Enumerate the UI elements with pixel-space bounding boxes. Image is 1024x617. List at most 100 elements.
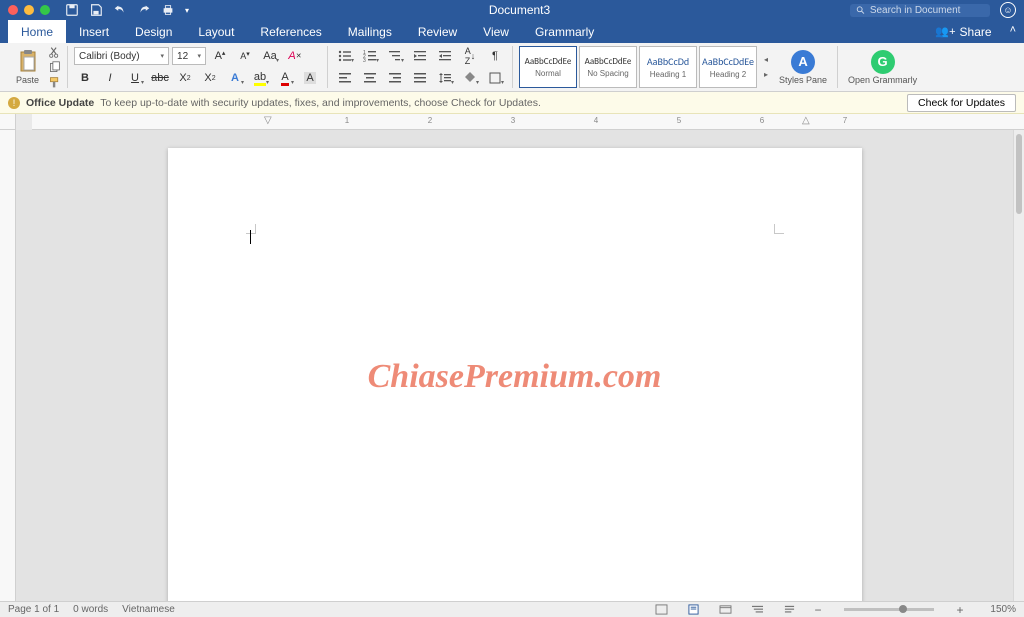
search-box[interactable] — [850, 4, 990, 17]
styles-group: AaBbCcDdEeNormal AaBbCcDdEeNo Spacing Aa… — [513, 46, 838, 88]
open-grammarly-button[interactable]: G Open Grammarly — [844, 50, 921, 85]
grammarly-group: G Open Grammarly — [838, 46, 927, 88]
tab-grammarly[interactable]: Grammarly — [522, 20, 607, 43]
scrollbar-thumb[interactable] — [1016, 134, 1022, 214]
update-message: To keep up-to-date with security updates… — [100, 97, 901, 109]
vertical-ruler[interactable] — [0, 130, 16, 601]
search-icon — [856, 5, 866, 16]
indent-marker-right-icon[interactable]: △ — [802, 115, 810, 126]
page-indicator[interactable]: Page 1 of 1 — [8, 604, 59, 615]
maximize-window-button[interactable] — [40, 5, 50, 15]
decrease-indent-icon[interactable] — [409, 46, 431, 66]
tab-layout[interactable]: Layout — [185, 20, 247, 43]
indent-marker-left-icon[interactable]: ▽ — [264, 115, 272, 126]
zoom-in-button[interactable]: + — [954, 603, 966, 617]
text-effects-icon[interactable]: A▾ — [224, 68, 246, 88]
margin-corner-tl-icon — [246, 224, 256, 234]
increase-indent-icon[interactable] — [434, 46, 456, 66]
format-painter-icon[interactable] — [48, 76, 61, 89]
character-shading-icon[interactable]: A — [299, 68, 321, 88]
show-marks-icon[interactable]: ¶ — [484, 46, 506, 66]
autosave-icon[interactable] — [65, 3, 79, 17]
styles-pane-button[interactable]: A Styles Pane — [775, 50, 831, 85]
sort-icon[interactable]: AZ↓ — [459, 46, 481, 66]
document-canvas[interactable]: ChiasePremium.com — [16, 130, 1013, 601]
underline-button[interactable]: U▾ — [124, 68, 146, 88]
zoom-out-button[interactable]: − — [812, 603, 824, 617]
style-heading-2[interactable]: AaBbCcDdEeHeading 2 — [699, 46, 757, 88]
zoom-slider-thumb[interactable] — [899, 605, 907, 613]
align-left-icon[interactable] — [334, 68, 356, 88]
tab-home[interactable]: Home — [8, 20, 66, 43]
style-no-spacing[interactable]: AaBbCcDdEeNo Spacing — [579, 46, 637, 88]
share-button[interactable]: 👥+Share — [925, 20, 1001, 43]
style-normal[interactable]: AaBbCcDdEeNormal — [519, 46, 577, 88]
draft-view-icon[interactable] — [780, 603, 798, 617]
style-heading-1[interactable]: AaBbCcDdHeading 1 — [639, 46, 697, 88]
justify-icon[interactable] — [409, 68, 431, 88]
bullets-icon[interactable]: ▾ — [334, 46, 356, 66]
font-name-selector[interactable]: Calibri (Body)▾ — [74, 47, 169, 65]
search-input[interactable] — [870, 5, 984, 16]
clear-formatting-icon[interactable]: A✕ — [284, 46, 306, 66]
line-spacing-icon[interactable]: ▾ — [434, 68, 456, 88]
office-update-bar: ! Office Update To keep up-to-date with … — [0, 92, 1024, 114]
paste-button[interactable]: Paste — [12, 49, 43, 85]
collapse-ribbon-icon[interactable]: ˄ — [1002, 20, 1024, 43]
horizontal-ruler[interactable]: ▽ 1 2 3 4 5 6 7 △ — [32, 114, 1024, 130]
increase-font-icon[interactable]: A▴ — [209, 46, 231, 66]
tab-references[interactable]: References — [247, 20, 334, 43]
italic-button[interactable]: I — [99, 68, 121, 88]
tab-mailings[interactable]: Mailings — [335, 20, 405, 43]
svg-text:3: 3 — [363, 58, 366, 63]
superscript-button[interactable]: X2 — [199, 68, 221, 88]
font-color-icon[interactable]: A▾ — [274, 68, 296, 88]
redo-icon[interactable] — [137, 3, 151, 17]
print-layout-icon[interactable] — [684, 603, 702, 617]
change-case-icon[interactable]: Aa▾ — [259, 46, 281, 66]
bold-button[interactable]: B — [74, 68, 96, 88]
borders-icon[interactable]: ▾ — [484, 68, 506, 88]
highlight-color-icon[interactable]: ab▾ — [249, 68, 271, 88]
ruler-corner — [0, 114, 16, 130]
page[interactable]: ChiasePremium.com — [168, 148, 862, 601]
styles-more-icon[interactable]: ◂▸ — [759, 46, 773, 88]
quick-access-toolbar: ▾ — [65, 3, 189, 17]
strikethrough-button[interactable]: abc — [149, 68, 171, 88]
zoom-level[interactable]: 150% — [980, 604, 1016, 615]
align-center-icon[interactable] — [359, 68, 381, 88]
undo-icon[interactable] — [113, 3, 127, 17]
word-count[interactable]: 0 words — [73, 604, 108, 615]
font-size-selector[interactable]: 12▾ — [172, 47, 206, 65]
style-name: Heading 2 — [710, 70, 746, 79]
close-window-button[interactable] — [8, 5, 18, 15]
multilevel-list-icon[interactable]: ▾ — [384, 46, 406, 66]
status-bar: Page 1 of 1 0 words Vietnamese − + 150% — [0, 601, 1024, 617]
feedback-icon[interactable]: ☺ — [1000, 2, 1016, 18]
font-size-value: 12 — [177, 51, 188, 62]
cut-icon[interactable] — [48, 46, 61, 59]
tab-review[interactable]: Review — [405, 20, 470, 43]
tab-insert[interactable]: Insert — [66, 20, 122, 43]
check-updates-button[interactable]: Check for Updates — [907, 94, 1016, 112]
vertical-scrollbar[interactable] — [1013, 130, 1024, 601]
subscript-button[interactable]: X2 — [174, 68, 196, 88]
paragraph-group: ▾ 123▾ ▾ AZ↓ ¶ ▾ ▾ ▾ — [328, 46, 513, 88]
align-right-icon[interactable] — [384, 68, 406, 88]
tab-view[interactable]: View — [470, 20, 522, 43]
copy-icon[interactable] — [48, 61, 61, 74]
web-layout-icon[interactable] — [716, 603, 734, 617]
save-icon[interactable] — [89, 3, 103, 17]
shading-icon[interactable]: ▾ — [459, 68, 481, 88]
decrease-font-icon[interactable]: A▾ — [234, 46, 256, 66]
zoom-slider[interactable] — [844, 608, 934, 611]
minimize-window-button[interactable] — [24, 5, 34, 15]
numbering-icon[interactable]: 123▾ — [359, 46, 381, 66]
ribbon-tabs: Home Insert Design Layout References Mai… — [0, 20, 1024, 43]
outline-view-icon[interactable] — [748, 603, 766, 617]
tab-design[interactable]: Design — [122, 20, 185, 43]
print-icon[interactable] — [161, 3, 175, 17]
watermark-text: ChiasePremium.com — [168, 358, 862, 396]
focus-mode-icon[interactable] — [652, 603, 670, 617]
language-indicator[interactable]: Vietnamese — [122, 604, 175, 615]
